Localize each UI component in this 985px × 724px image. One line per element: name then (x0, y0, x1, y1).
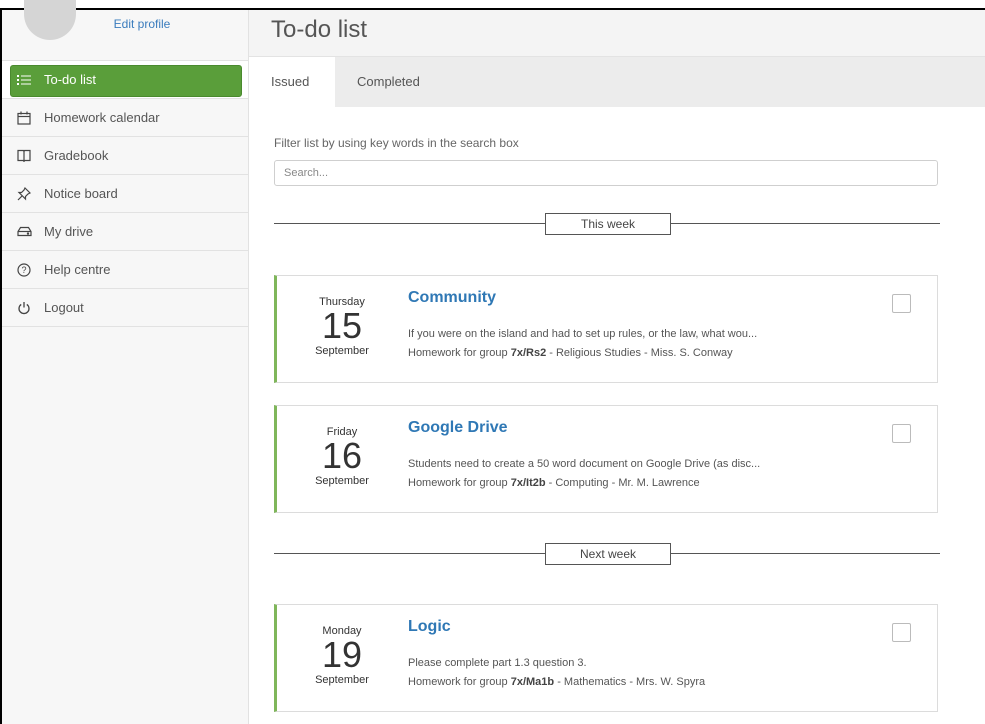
due-date: Thursday 15 September (277, 296, 407, 357)
due-day: 19 (321, 634, 363, 675)
task-meta: Homework for group 7x/Ma1b - Mathematics… (408, 676, 705, 688)
sidebar-item-label: Logout (44, 300, 84, 315)
task-card: Friday 16 September Google Drive Student… (274, 405, 938, 513)
task-description: If you were on the island and had to set… (408, 328, 758, 340)
due-day: 16 (321, 435, 363, 476)
task-title[interactable]: Logic (408, 618, 451, 636)
avatar[interactable] (24, 0, 76, 40)
page-title: To-do list (271, 16, 368, 43)
meta-suffix: - Computing - Mr. M. Lawrence (545, 477, 700, 489)
tab-completed[interactable]: Completed (357, 57, 420, 107)
task-group: 7x/It2b (510, 477, 546, 489)
sidebar-item-homework-calendar[interactable]: Homework calendar (2, 99, 248, 137)
top-strip (0, 0, 985, 8)
task-card: Thursday 15 September Community If you w… (274, 275, 938, 383)
task-description: Please complete part 1.3 question 3. (408, 657, 587, 669)
drive-icon (16, 224, 32, 240)
task-description: Students need to create a 50 word docume… (408, 458, 761, 470)
sidebar-item-label: Gradebook (44, 148, 109, 163)
sidebar-item-label: Homework calendar (44, 110, 160, 125)
sidebar-item-my-drive[interactable]: My drive (2, 213, 248, 251)
sidebar-item-todo-list[interactable]: To-do list (2, 61, 248, 99)
book-icon (16, 148, 32, 164)
main-content: To-do list Issued Completed Filter list … (249, 10, 985, 724)
section-divider-this-week: This week (274, 213, 940, 235)
complete-checkbox[interactable] (892, 294, 911, 313)
meta-prefix: Homework for group (408, 347, 511, 359)
sidebar-item-gradebook[interactable]: Gradebook (2, 137, 248, 175)
svg-text:?: ? (21, 265, 26, 275)
sidebar-item-label: Notice board (44, 186, 118, 201)
meta-suffix: - Religious Studies - Miss. S. Conway (546, 347, 733, 359)
sidebar-item-logout[interactable]: Logout (2, 289, 248, 327)
task-title[interactable]: Community (408, 289, 496, 307)
due-month: September (315, 345, 369, 357)
profile-area: Edit profile (2, 0, 248, 61)
complete-checkbox[interactable] (892, 623, 911, 642)
tab-bar: Issued Completed (249, 57, 985, 107)
meta-suffix: - Mathematics - Mrs. W. Spyra (554, 676, 706, 688)
due-date: Monday 19 September (277, 625, 407, 686)
meta-prefix: Homework for group (408, 477, 511, 489)
task-meta: Homework for group 7x/Rs2 - Religious St… (408, 347, 733, 359)
sidebar-item-label: Help centre (44, 262, 111, 277)
due-month: September (315, 674, 369, 686)
section-label: This week (545, 213, 671, 235)
filter-label: Filter list by using key words in the se… (274, 136, 519, 150)
sidebar-item-label: My drive (44, 224, 94, 239)
tab-issued[interactable]: Issued (249, 57, 335, 107)
task-title[interactable]: Google Drive (408, 419, 508, 437)
section-divider-next-week: Next week (274, 543, 940, 565)
help-icon: ? (16, 262, 32, 278)
complete-checkbox[interactable] (892, 424, 911, 443)
search-input[interactable] (274, 160, 938, 186)
sidebar: Edit profile To-do list Homework calenda… (2, 0, 249, 724)
task-card: Monday 19 September Logic Please complet… (274, 604, 938, 712)
due-day: 15 (321, 305, 363, 346)
sidebar-item-notice-board[interactable]: Notice board (2, 175, 248, 213)
sidebar-nav: To-do list Homework calendar Gradebook N… (2, 61, 248, 327)
page-header: To-do list (249, 10, 985, 57)
power-icon (16, 300, 32, 316)
pin-icon (16, 186, 32, 202)
calendar-icon (16, 110, 32, 126)
meta-prefix: Homework for group (408, 676, 511, 688)
task-group: 7x/Ma1b (510, 676, 555, 688)
due-month: September (315, 475, 369, 487)
edit-profile-link[interactable]: Edit profile (102, 17, 182, 31)
sidebar-item-help-centre[interactable]: ? Help centre (2, 251, 248, 289)
sidebar-item-label: To-do list (44, 72, 97, 87)
task-group: 7x/Rs2 (510, 347, 547, 359)
section-label: Next week (545, 543, 671, 565)
task-meta: Homework for group 7x/It2b - Computing -… (408, 477, 700, 489)
list-icon (16, 72, 32, 88)
due-date: Friday 16 September (277, 426, 407, 487)
